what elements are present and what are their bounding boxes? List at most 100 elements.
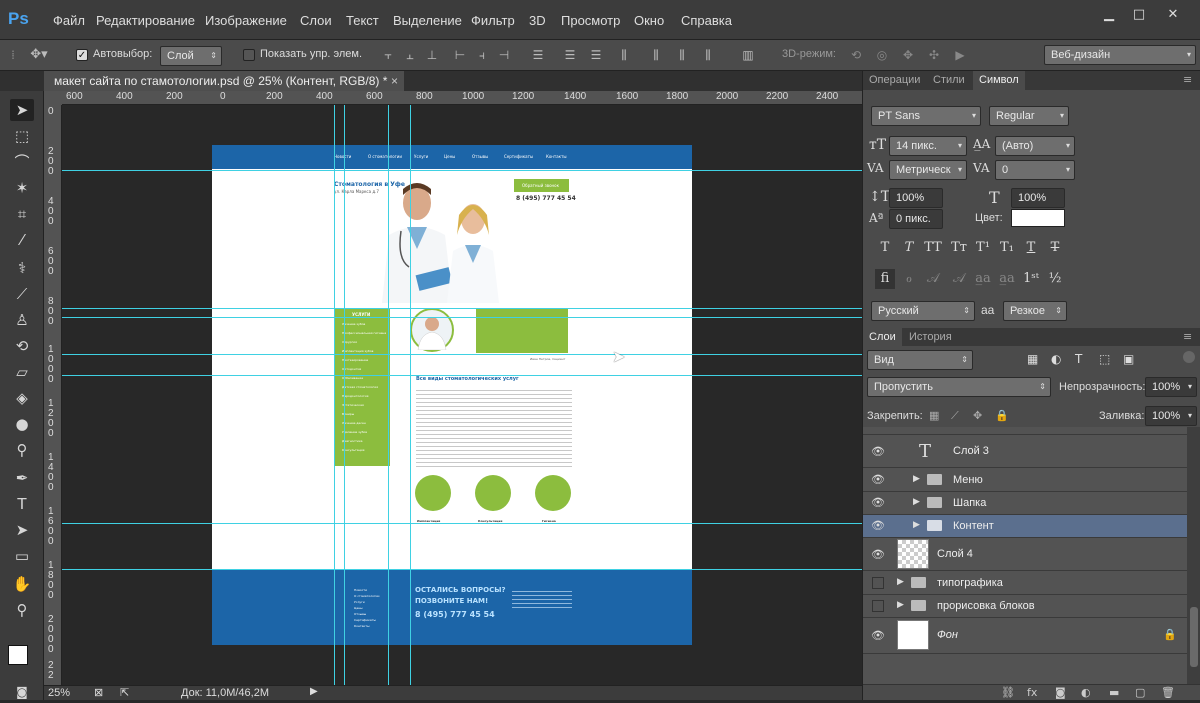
panel-menu-icon[interactable]: ≡: [1183, 73, 1192, 86]
filter-shape-icon[interactable]: ⬚: [1099, 352, 1110, 366]
guide-vertical[interactable]: [388, 105, 389, 685]
guide-horizontal[interactable]: [62, 375, 862, 376]
guide-vertical[interactable]: [410, 105, 411, 685]
new-group-icon[interactable]: ▬: [1109, 686, 1119, 699]
expand-arrow-icon[interactable]: ▶: [897, 577, 904, 587]
menu-file[interactable]: Файл: [53, 13, 85, 28]
roll-3d-icon[interactable]: ◎: [874, 48, 890, 62]
distribute-right-icon[interactable]: ⫼: [674, 48, 690, 62]
maximize-button[interactable]: □: [1128, 6, 1150, 24]
distribute-vcenter-icon[interactable]: ☰: [562, 48, 578, 62]
menu-layers[interactable]: Слои: [300, 13, 332, 28]
expand-arrow-icon[interactable]: ▶: [913, 474, 920, 484]
menu-select[interactable]: Выделение: [393, 13, 462, 28]
type-tool-icon[interactable]: T: [10, 493, 34, 515]
filter-smart-icon[interactable]: ▣: [1123, 352, 1134, 366]
tab-character[interactable]: Символ: [973, 71, 1025, 90]
kerning-dropdown[interactable]: Метрическ ▾: [889, 160, 967, 180]
lock-transparency-icon[interactable]: ▦: [929, 409, 939, 422]
minimize-button[interactable]: ▁: [1098, 6, 1120, 24]
layers-scrollbar-thumb[interactable]: [1190, 607, 1198, 667]
adjustment-layer-icon[interactable]: ◐: [1081, 686, 1091, 699]
titling-alternates-icon[interactable]: a̲a: [973, 269, 993, 289]
layer-mask-icon[interactable]: ◙: [1055, 686, 1066, 699]
workspace-dropdown[interactable]: Веб-дизайн ▾: [1044, 45, 1196, 65]
layers-scrollbar[interactable]: [1187, 427, 1200, 684]
lock-all-icon[interactable]: 🔒: [995, 409, 1009, 422]
document-tab[interactable]: макет сайта по стамотологии.psd @ 25% (К…: [44, 71, 404, 91]
filter-toggle[interactable]: [1183, 351, 1195, 363]
ligatures-icon[interactable]: ﬁ: [875, 269, 895, 289]
distribute-hcenter-icon[interactable]: ⫼: [648, 48, 664, 62]
eraser-tool-icon[interactable]: ▱: [10, 361, 34, 383]
guide-vertical[interactable]: [334, 105, 335, 685]
oldstyle-icon[interactable]: ℴ: [899, 269, 919, 289]
tab-history[interactable]: История: [903, 328, 958, 347]
guide-vertical[interactable]: [344, 105, 345, 685]
document-canvas[interactable]: Новости О стоматологии Услуги Цены Отзыв…: [212, 145, 692, 645]
filter-type-icon[interactable]: T: [1075, 352, 1082, 366]
lock-pixels-icon[interactable]: ⟋: [951, 409, 959, 423]
distribute-left-icon[interactable]: ⫼: [616, 48, 632, 62]
guide-horizontal[interactable]: [62, 317, 862, 318]
blur-tool-icon[interactable]: ●: [10, 413, 34, 435]
layer-row[interactable]: 👁 Слой 4: [863, 538, 1187, 571]
contextual-alternates-icon[interactable]: a̲a: [997, 269, 1017, 289]
guide-horizontal[interactable]: [62, 354, 862, 355]
lock-position-icon[interactable]: ✥: [973, 409, 982, 422]
paint-bucket-tool-icon[interactable]: ◈: [10, 387, 34, 409]
status-view-icon[interactable]: ⊠: [94, 686, 103, 699]
layer-row-selected[interactable]: 👁 ▶ Контент: [863, 515, 1187, 538]
tab-operations[interactable]: Операции: [863, 71, 926, 90]
menu-image[interactable]: Изображение: [205, 13, 287, 28]
expand-arrow-icon[interactable]: ▶: [913, 520, 920, 530]
layer-filter-dropdown[interactable]: Вид ⇕: [867, 350, 973, 370]
guide-horizontal[interactable]: [62, 308, 862, 309]
slide-3d-icon[interactable]: ✣: [926, 48, 942, 62]
font-size-dropdown[interactable]: 14 пикс. ▾: [889, 136, 967, 156]
font-style-dropdown[interactable]: Regular ▾: [989, 106, 1069, 126]
font-family-dropdown[interactable]: PT Sans ▾: [871, 106, 981, 126]
delete-layer-icon[interactable]: 🗑: [1161, 686, 1175, 699]
leading-dropdown[interactable]: (Авто) ▾: [995, 136, 1075, 156]
guide-horizontal[interactable]: [62, 569, 862, 570]
menu-filter[interactable]: Фильтр: [471, 13, 515, 28]
visibility-eye-icon[interactable]: 👁: [871, 473, 885, 487]
autoselect-dropdown[interactable]: Слой ⇕: [160, 46, 222, 66]
fill-field[interactable]: 100% ▾: [1145, 406, 1197, 426]
layer-row[interactable]: 👁 ▶ Меню: [863, 469, 1187, 492]
layer-row[interactable]: ▶ типографика: [863, 572, 1187, 595]
rectangle-tool-icon[interactable]: ▭: [10, 545, 34, 567]
visibility-eye-icon[interactable]: 👁: [871, 445, 885, 459]
fractions-icon[interactable]: ½: [1045, 269, 1065, 289]
zoom-level[interactable]: 25%: [48, 687, 70, 699]
superscript-icon[interactable]: T¹: [973, 238, 993, 258]
eyedropper-tool-icon[interactable]: ⁄: [10, 229, 34, 251]
menu-window[interactable]: Окно: [634, 13, 664, 28]
healing-brush-tool-icon[interactable]: ⚕: [10, 257, 34, 279]
stylistic-alternates-icon[interactable]: 𝒜: [949, 269, 969, 289]
swash-icon[interactable]: 𝒜: [923, 269, 943, 289]
move-tool-icon[interactable]: ➤: [10, 99, 34, 121]
horizontal-scale-field[interactable]: 100%: [1011, 188, 1065, 208]
guide-horizontal[interactable]: [62, 170, 862, 171]
auto-align-icon[interactable]: ▥: [740, 48, 756, 62]
underline-icon[interactable]: T: [1021, 238, 1041, 258]
layer-style-icon[interactable]: fx: [1027, 686, 1037, 699]
rotate-3d-icon[interactable]: ⟲: [848, 48, 864, 62]
close-tab-icon[interactable]: ×: [391, 71, 398, 91]
faux-bold-icon[interactable]: T: [875, 238, 895, 258]
layer-row[interactable]: 👁 T Слой 3: [863, 436, 1187, 468]
tab-styles[interactable]: Стили: [927, 71, 971, 90]
history-brush-tool-icon[interactable]: ⟲: [10, 335, 34, 357]
status-menu-arrow-icon[interactable]: ▶: [310, 686, 318, 697]
ordinals-icon[interactable]: 1ˢᵗ: [1021, 269, 1041, 289]
align-hcenter-icon[interactable]: ⫞: [474, 48, 490, 62]
align-top-icon[interactable]: ⫟: [380, 48, 396, 62]
brush-tool-icon[interactable]: ⟋: [10, 283, 34, 305]
path-selection-tool-icon[interactable]: ➤: [10, 519, 34, 541]
visibility-eye-icon[interactable]: 👁: [871, 519, 885, 533]
stamp-tool-icon[interactable]: ♙: [10, 309, 34, 331]
visibility-eye-icon[interactable]: 👁: [871, 496, 885, 510]
menu-help[interactable]: Справка: [681, 13, 732, 28]
